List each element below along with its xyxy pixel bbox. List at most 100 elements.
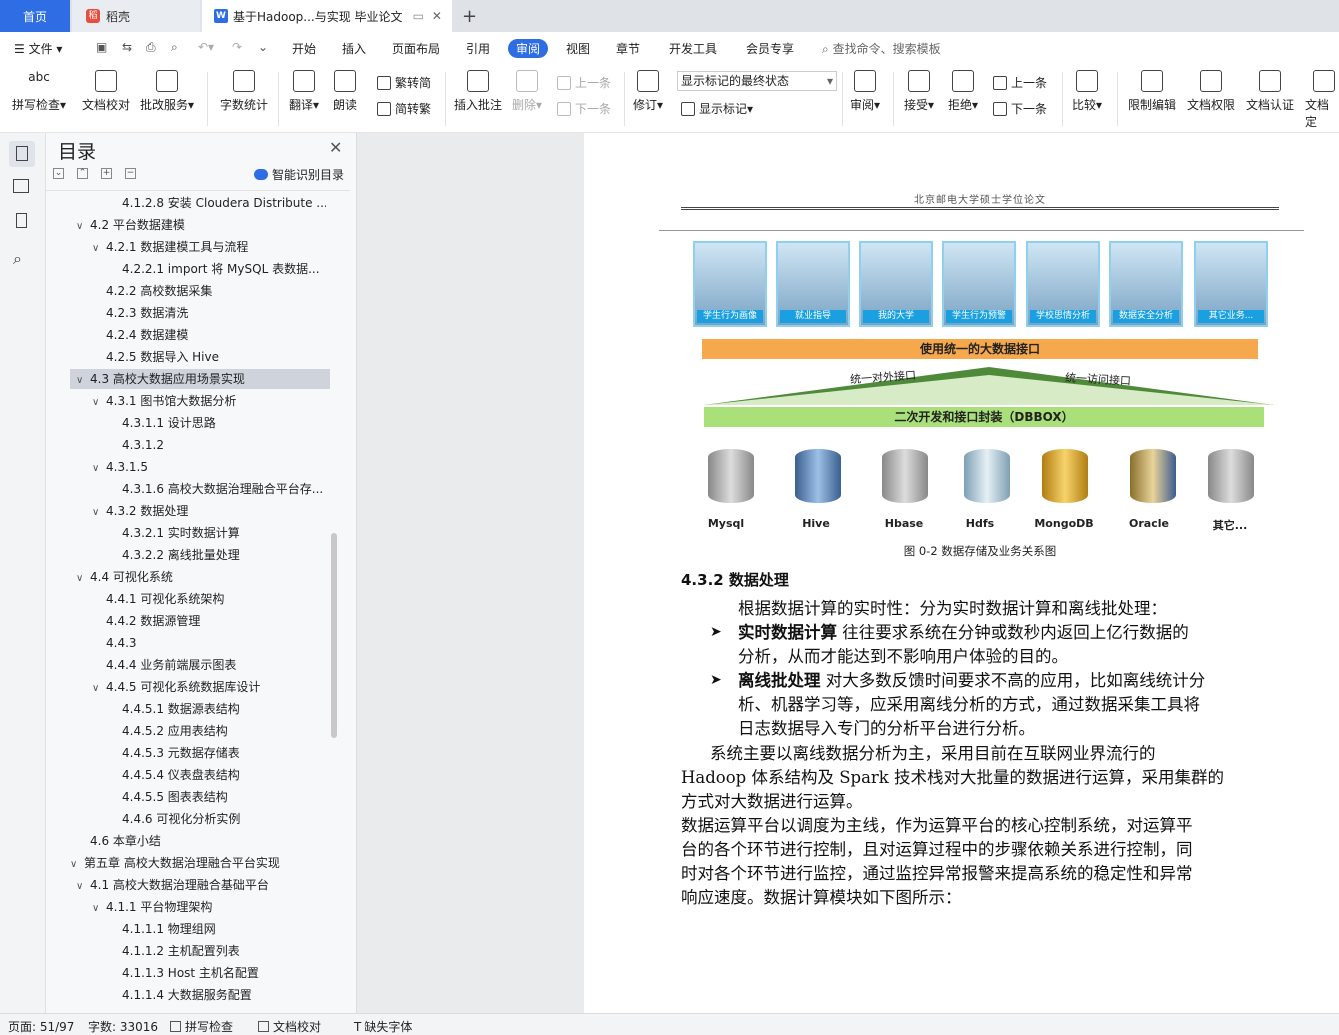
toc-item[interactable]: 4.3.2.2 离线批量处理: [122, 545, 326, 565]
toc-item[interactable]: ∨ 4.1.1 平台物理架构: [92, 897, 326, 917]
save-icon[interactable]: ▣: [96, 40, 107, 54]
chevron-down-icon[interactable]: ∨: [92, 679, 106, 697]
chevron-down-icon[interactable]: ∨: [76, 371, 90, 389]
toc-item[interactable]: 4.4.5.3 元数据存储表: [122, 743, 326, 763]
toc-item[interactable]: ∨ 4.3.1.5: [92, 457, 326, 477]
prev-comment-button[interactable]: 上一条: [557, 74, 611, 91]
menu-review[interactable]: 审阅: [508, 39, 549, 58]
chevron-down-icon[interactable]: ∨: [92, 393, 106, 411]
remove-item-icon[interactable]: −: [125, 168, 136, 179]
new-tab-button[interactable]: +: [462, 0, 482, 32]
toc-item[interactable]: ∨ 4.2.1 数据建模工具与流程: [92, 237, 326, 257]
show-markup-button[interactable]: 显示标记 ▾: [681, 100, 753, 117]
tab-document[interactable]: W 基于Hadoop...与实现 毕业论文 ▭ ✕: [202, 0, 452, 32]
word-count-button[interactable]: 字数统计: [220, 70, 268, 113]
collapse-all-icon[interactable]: ⌄: [53, 168, 64, 179]
menu-chapter[interactable]: 章节: [616, 40, 640, 57]
preview-icon[interactable]: ⌕: [171, 40, 178, 55]
close-tab-icon[interactable]: ✕: [432, 9, 442, 23]
missing-font[interactable]: T 缺失字体: [354, 1018, 412, 1035]
chevron-down-icon[interactable]: ∨: [76, 217, 90, 235]
compare-button[interactable]: 比较▾: [1072, 70, 1102, 113]
toc-item[interactable]: 4.2.3 数据清洗: [106, 303, 326, 323]
prev-change-button[interactable]: 上一条: [993, 74, 1047, 91]
word-count[interactable]: 字数: 33016: [88, 1018, 158, 1035]
toc-item[interactable]: 4.1.1.4 大数据服务配置: [122, 985, 326, 1005]
menu-view[interactable]: 视图: [566, 40, 590, 57]
toc-item[interactable]: 4.4.5.2 应用表结构: [122, 721, 326, 741]
trad-to-simp-button[interactable]: 繁转简: [377, 74, 431, 91]
toc-item[interactable]: ∨ 4.3 高校大数据应用场景实现: [70, 369, 330, 389]
revise-button[interactable]: 修订▾: [633, 70, 663, 113]
toc-item[interactable]: 4.2.2 高校数据采集: [106, 281, 326, 301]
toc-item[interactable]: 4.6 本章小结: [90, 831, 326, 851]
add-item-icon[interactable]: +: [101, 168, 112, 179]
menu-member[interactable]: 会员专享: [746, 40, 794, 57]
smart-toc-button[interactable]: 智能识别目录: [254, 166, 344, 183]
chevron-down-icon[interactable]: ∨: [70, 855, 84, 873]
tab-home[interactable]: 首页: [0, 0, 70, 32]
toc-item[interactable]: 4.1.2.8 安装 Cloudera Distribute ...: [122, 193, 326, 213]
menu-start[interactable]: 开始: [292, 40, 316, 57]
doc-cert-button[interactable]: 文档认证: [1246, 70, 1294, 113]
print-icon[interactable]: ⎙: [146, 40, 156, 55]
next-comment-button[interactable]: 下一条: [557, 100, 611, 117]
batch-service-button[interactable]: 批改服务▾: [140, 70, 194, 113]
toc-item[interactable]: 4.2.2.1 import 将 MySQL 表数据...: [122, 259, 326, 279]
toc-scrollbar[interactable]: [331, 533, 337, 738]
bookmark-button[interactable]: [13, 213, 31, 231]
spell-check-button[interactable]: abc 拼写检查▾: [12, 70, 66, 113]
find-button[interactable]: ⌕: [13, 249, 31, 268]
toc-pane-button[interactable]: [9, 141, 35, 167]
toc-item[interactable]: 4.4.1 可视化系统架构: [106, 589, 326, 609]
delete-comment-button[interactable]: 删除▾: [512, 70, 542, 113]
toc-item[interactable]: 4.2.5 数据导入 Hive: [106, 347, 326, 367]
undo-icon[interactable]: ↶▾: [198, 40, 214, 54]
toc-item[interactable]: ∨ 4.3.2 数据处理: [92, 501, 326, 521]
menu-reference[interactable]: 引用: [466, 40, 490, 57]
toc-item[interactable]: ∨ 4.1 高校大数据治理融合基础平台: [76, 875, 326, 895]
toc-item[interactable]: 4.4.3: [106, 633, 326, 653]
toc-item[interactable]: 4.3.1.1 设计思路: [122, 413, 326, 433]
toc-item[interactable]: 4.4.6 可视化分析实例: [122, 809, 326, 829]
toc-item[interactable]: ∨ 4.4 可视化系统: [76, 567, 326, 587]
doc-final-button[interactable]: 文档定: [1305, 70, 1339, 130]
document-page[interactable]: 北京邮电大学硕士学位论文 学生行为画像 就业指导 我的大学 学生行为预警 学校思…: [584, 133, 1339, 1013]
toc-item[interactable]: 4.3.1.6 高校大数据治理融合平台存...: [122, 479, 326, 499]
toc-item[interactable]: ∨ 4.2 平台数据建模: [76, 215, 326, 235]
toc-item[interactable]: 4.4.2 数据源管理: [106, 611, 326, 631]
insert-comment-button[interactable]: 插入批注: [454, 70, 502, 113]
read-aloud-button[interactable]: 朗读: [333, 70, 357, 113]
status-doc-check[interactable]: 文档校对: [258, 1018, 321, 1035]
window-icon[interactable]: ▭: [413, 9, 424, 23]
toc-item[interactable]: 4.2.4 数据建模: [106, 325, 326, 345]
doc-permission-button[interactable]: 文档权限: [1187, 70, 1235, 113]
redo-icon[interactable]: ↷: [232, 40, 242, 54]
close-icon[interactable]: ✕: [329, 138, 342, 157]
chevron-down-icon[interactable]: ∨: [92, 503, 106, 521]
toc-item[interactable]: ∨ 第五章 高校大数据治理融合平台实现: [70, 853, 326, 873]
status-spell-check[interactable]: 拼写检查: [170, 1018, 233, 1035]
doc-check-button[interactable]: 文档校对: [82, 70, 130, 113]
toc-item[interactable]: 4.1.1.1 物理组网: [122, 919, 326, 939]
toc-item[interactable]: 4.3.1.2: [122, 435, 326, 455]
next-change-button[interactable]: 下一条: [993, 100, 1047, 117]
menu-file[interactable]: ☰ 文件 ▾: [14, 40, 62, 57]
toc-item[interactable]: 4.1.1.3 Host 主机名配置: [122, 963, 326, 983]
chevron-down-icon[interactable]: ∨: [92, 239, 106, 257]
menu-devtools[interactable]: 开发工具: [669, 40, 717, 57]
reject-button[interactable]: 拒绝▾: [948, 70, 978, 113]
toc-item[interactable]: 4.1.1.2 主机配置列表: [122, 941, 326, 961]
toc-item[interactable]: ∨ 4.3.1 图书馆大数据分析: [92, 391, 326, 411]
accept-button[interactable]: 接受▾: [904, 70, 934, 113]
menu-insert[interactable]: 插入: [342, 40, 366, 57]
tab-daoke[interactable]: 稻稻壳: [72, 0, 200, 32]
menu-layout[interactable]: 页面布局: [392, 40, 440, 57]
chapter-nav-button[interactable]: [13, 177, 31, 195]
export-icon[interactable]: ⇆: [122, 40, 132, 54]
restrict-edit-button[interactable]: 限制编辑: [1128, 70, 1176, 113]
simp-to-trad-button[interactable]: 简转繁: [377, 100, 431, 117]
page-indicator[interactable]: 页面: 51/97: [8, 1018, 74, 1035]
chevron-down-icon[interactable]: ∨: [92, 459, 106, 477]
review-pane-button[interactable]: 审阅▾: [850, 70, 880, 113]
